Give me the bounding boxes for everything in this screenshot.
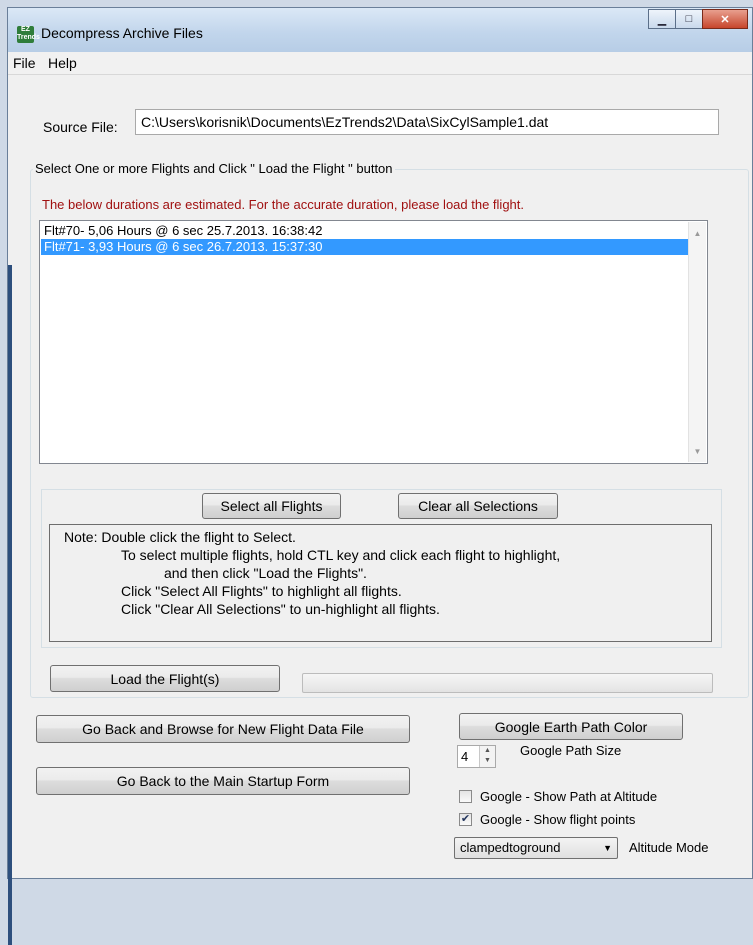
altitude-mode-label: Altitude Mode <box>629 840 709 855</box>
decompress-archive-window: EZ Trends Decompress Archive Files ▁ □ ✕… <box>7 7 753 945</box>
altitude-mode-value: clampedtoground <box>460 840 561 855</box>
duration-warning: The below durations are estimated. For t… <box>42 197 525 212</box>
menu-bar: File Help <box>8 52 752 75</box>
select-all-flights-button[interactable]: Select all Flights <box>202 493 341 519</box>
minimize-icon: ▁ <box>657 13 667 26</box>
google-path-color-button[interactable]: Google Earth Path Color <box>459 713 683 740</box>
window-title: Decompress Archive Files <box>41 25 203 41</box>
close-button[interactable]: ✕ <box>702 9 748 29</box>
form-body: Source File: C:\Users\korisnik\Documents… <box>8 75 752 945</box>
flights-list[interactable]: Flt#70- 5,06 Hours @ 6 sec 25.7.2013. 16… <box>39 220 708 464</box>
stepper-buttons[interactable]: ▲ ▼ <box>479 746 495 767</box>
note-line: To select multiple flights, hold CTL key… <box>121 547 561 563</box>
menu-help[interactable]: Help <box>48 55 77 71</box>
flights-group-legend: Select One or more Flights and Click " L… <box>33 161 395 176</box>
menu-file[interactable]: File <box>13 55 36 71</box>
window-edge-divider <box>8 265 12 945</box>
altitude-mode-select[interactable]: clampedtoground ▼ <box>454 837 618 859</box>
note-line: Note: Double click the flight to Select. <box>64 529 296 545</box>
note-line: Click "Clear All Selections" to un-highl… <box>121 601 440 617</box>
load-progress-bar <box>302 673 713 693</box>
clear-all-selections-button[interactable]: Clear all Selections <box>398 493 558 519</box>
maximize-icon: □ <box>685 13 693 25</box>
source-file-field[interactable]: C:\Users\korisnik\Documents\EzTrends2\Da… <box>135 109 719 135</box>
flights-list-scrollbar[interactable]: ▲ ▼ <box>688 222 706 462</box>
app-icon: EZ Trends <box>17 26 40 43</box>
stepper-up-icon[interactable]: ▲ <box>480 746 495 756</box>
minimize-button[interactable]: ▁ <box>648 9 676 29</box>
scroll-down-icon[interactable]: ▼ <box>689 447 706 456</box>
stepper-down-icon[interactable]: ▼ <box>480 756 495 766</box>
flight-list-item[interactable]: Flt#70- 5,06 Hours @ 6 sec 25.7.2013. 16… <box>41 223 689 239</box>
window-controls: ▁ □ ✕ <box>648 9 748 31</box>
note-line: Click "Select All Flights" to highlight … <box>121 583 402 599</box>
load-flights-button[interactable]: Load the Flight(s) <box>50 665 280 692</box>
chevron-down-icon: ▼ <box>603 843 612 853</box>
close-icon: ✕ <box>720 13 730 26</box>
instructions-note: Note: Double click the flight to Select.… <box>49 524 712 642</box>
title-bar[interactable]: EZ Trends Decompress Archive Files ▁ □ ✕ <box>8 8 752 52</box>
scroll-up-icon[interactable]: ▲ <box>689 229 706 238</box>
show-path-altitude-checkbox[interactable] <box>459 790 472 803</box>
maximize-button[interactable]: □ <box>675 9 703 29</box>
flight-list-item-selected[interactable]: Flt#71- 3,93 Hours @ 6 sec 26.7.2013. 15… <box>41 239 689 255</box>
show-flight-points-label[interactable]: Google - Show flight points <box>480 812 635 827</box>
show-path-altitude-label[interactable]: Google - Show Path at Altitude <box>480 789 657 804</box>
source-file-label: Source File: <box>43 119 118 135</box>
browse-new-file-button[interactable]: Go Back and Browse for New Flight Data F… <box>36 715 410 743</box>
show-flight-points-checkbox[interactable]: ✔ <box>459 813 472 826</box>
google-path-size-stepper[interactable]: 4 ▲ ▼ <box>457 745 496 768</box>
google-path-size-label: Google Path Size <box>520 743 622 758</box>
note-line: and then click "Load the Flights". <box>164 565 367 581</box>
path-size-value: 4 <box>461 749 469 764</box>
main-startup-form-button[interactable]: Go Back to the Main Startup Form <box>36 767 410 795</box>
